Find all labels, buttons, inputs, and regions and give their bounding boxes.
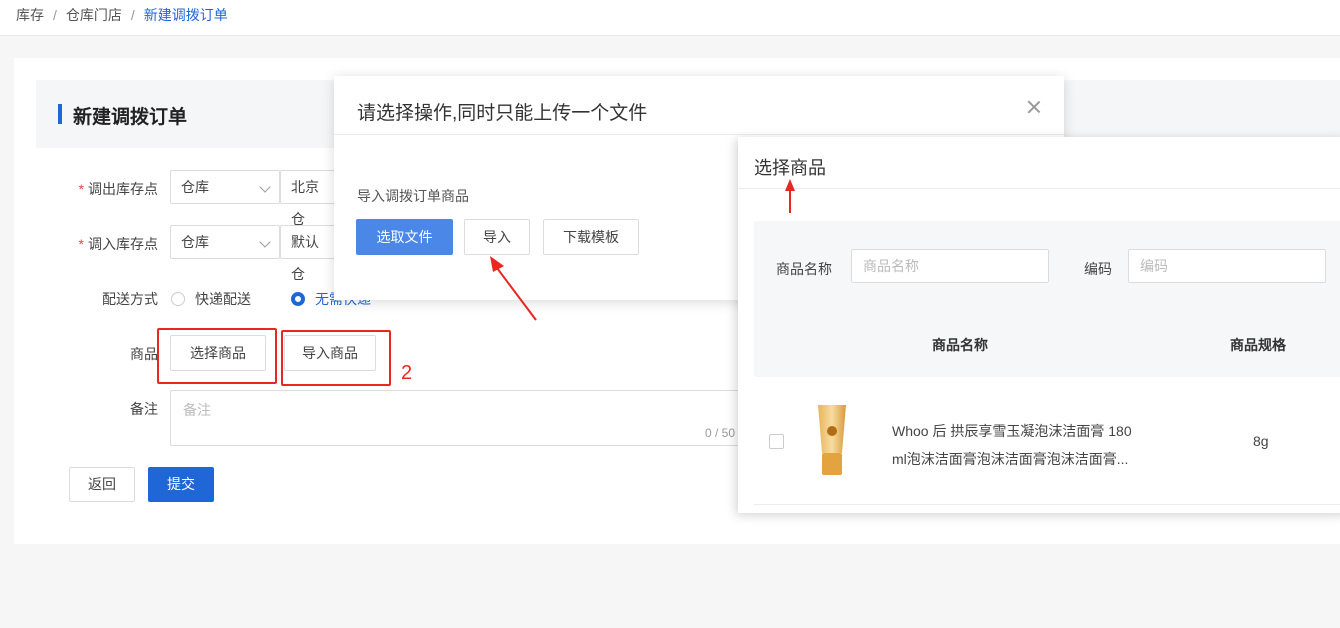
- radio-express[interactable]: 快递配送: [171, 289, 251, 309]
- product-name: Whoo 后 拱辰享雪玉凝泡沫洁面膏 180 ml泡沫洁面膏泡沫洁面膏泡沫洁面膏…: [892, 423, 1132, 467]
- column-header-spec: 商品规格: [1230, 337, 1286, 353]
- code-filter-label: 编码: [1084, 261, 1112, 277]
- submit-button[interactable]: 提交: [148, 467, 214, 502]
- out-store-select[interactable]: 北京仓: [280, 170, 340, 227]
- remark-label: 备注: [130, 401, 158, 417]
- annotation-box-1: [157, 328, 277, 384]
- breadcrumb-separator: /: [53, 7, 57, 23]
- modal-divider: [334, 134, 1064, 135]
- code-filter-input[interactable]: 编码: [1128, 249, 1326, 283]
- close-icon[interactable]: [1027, 100, 1041, 114]
- product-thumbnail: [818, 405, 846, 475]
- out-type-select[interactable]: 仓库: [170, 170, 280, 204]
- breadcrumb-item-inventory[interactable]: 库存: [16, 5, 44, 25]
- remark-placeholder: 备注: [183, 402, 211, 418]
- radio-checked-icon: [291, 292, 305, 306]
- annotation-box-2: [281, 330, 391, 386]
- back-button[interactable]: 返回: [69, 467, 135, 502]
- title-accent-bar: [58, 104, 62, 124]
- breadcrumb-separator: /: [130, 7, 135, 23]
- delivery-label: 配送方式: [102, 291, 158, 307]
- remark-textarea[interactable]: 备注 0 / 50: [170, 390, 750, 446]
- top-bar: 库存 / 仓库门店 / 新建调拨订单: [0, 0, 1340, 36]
- in-type-select[interactable]: 仓库: [170, 225, 280, 259]
- in-store-select[interactable]: 默认仓: [280, 225, 340, 282]
- select-goods-drawer: 选择商品 商品名称 商品名称 编码 编码 商品名称 商品规格 Whoo 后 拱辰…: [738, 137, 1340, 513]
- chevron-down-icon: [259, 181, 271, 193]
- page-title: 新建调拨订单: [73, 107, 188, 128]
- breadcrumb-current: 新建调拨订单: [143, 7, 228, 23]
- arrow-annotation-icon: [785, 179, 795, 213]
- choose-file-button[interactable]: 选取文件: [356, 219, 453, 255]
- modal-import-label: 导入调拨订单商品: [357, 188, 469, 204]
- chevron-down-icon: [259, 236, 271, 248]
- in-label: * 调入库存点: [78, 236, 158, 252]
- out-label: * 调出库存点: [78, 181, 158, 197]
- radio-icon: [171, 292, 185, 306]
- remark-char-count: 0 / 50: [704, 426, 735, 440]
- annotation-number-2: 2: [401, 362, 413, 384]
- arrow-annotation-icon: [490, 256, 537, 321]
- breadcrumb-item-warehouse[interactable]: 仓库门店: [66, 5, 122, 25]
- name-filter-label: 商品名称: [776, 261, 832, 277]
- goods-label: 商品: [130, 346, 158, 362]
- drawer-divider: [738, 188, 1340, 189]
- name-filter-input[interactable]: 商品名称: [851, 249, 1049, 283]
- product-spec: 8g: [1253, 433, 1269, 449]
- column-header-name: 商品名称: [932, 337, 988, 353]
- download-template-button[interactable]: 下载模板: [543, 219, 639, 255]
- row-checkbox[interactable]: [769, 434, 784, 449]
- breadcrumb: 库存 / 仓库门店 / 新建调拨订单: [16, 5, 228, 25]
- modal-title: 请选择操作,同时只能上传一个文件: [357, 103, 648, 124]
